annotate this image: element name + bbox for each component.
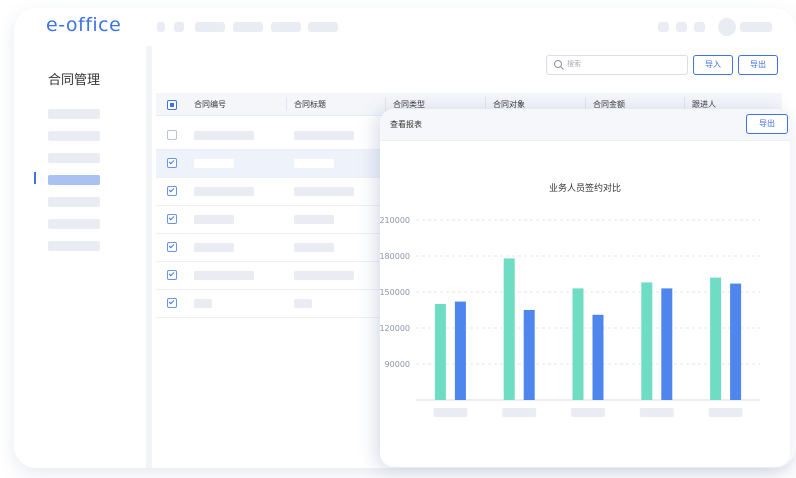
cell-placeholder <box>194 215 234 224</box>
search-input[interactable]: 搜索 <box>546 55 688 75</box>
sidebar-item[interactable] <box>48 219 100 229</box>
bar <box>592 314 604 400</box>
cell-placeholder <box>294 271 354 280</box>
bar <box>434 304 446 400</box>
toolbar-icon-placeholder[interactable] <box>676 22 687 32</box>
y-tick-label: 90000 <box>385 360 410 369</box>
y-tick-label: 180000 <box>380 252 410 261</box>
bar <box>572 288 584 400</box>
username-placeholder[interactable] <box>740 22 772 32</box>
report-panel-header: 查看报表 导出 <box>380 109 790 141</box>
x-tick-placeholder <box>639 408 674 417</box>
bar <box>730 283 742 400</box>
bar <box>641 282 653 400</box>
avatar[interactable] <box>718 18 736 36</box>
row-checkbox[interactable] <box>167 214 177 224</box>
sidebar-item[interactable] <box>48 131 100 141</box>
cell-placeholder <box>194 271 254 280</box>
nav-placeholder[interactable] <box>308 22 338 32</box>
nav-placeholder[interactable] <box>195 22 225 32</box>
nav-placeholder[interactable] <box>271 22 301 32</box>
export-button[interactable]: 导出 <box>738 55 778 75</box>
select-all-checkbox[interactable] <box>167 100 177 110</box>
cell-placeholder <box>194 243 234 252</box>
x-tick-placeholder <box>571 408 605 417</box>
bar <box>661 288 673 400</box>
cell-placeholder <box>194 187 254 196</box>
top-bar: e-office <box>14 8 796 46</box>
sidebar: 合同管理 <box>14 46 146 468</box>
search-icon <box>554 60 564 70</box>
cell-placeholder <box>294 187 354 196</box>
cell-placeholder <box>294 299 312 308</box>
toolbar-icon-placeholder[interactable] <box>694 22 705 32</box>
nav-placeholder[interactable] <box>174 22 184 32</box>
x-tick-placeholder <box>502 408 537 417</box>
cell-placeholder <box>294 131 354 140</box>
column-header[interactable]: 合同标题 <box>294 99 326 110</box>
toolbar-icon-placeholder[interactable] <box>658 22 669 32</box>
search-placeholder: 搜索 <box>567 60 581 68</box>
row-checkbox[interactable] <box>167 130 177 140</box>
row-checkbox[interactable] <box>167 186 177 196</box>
active-indicator <box>34 172 36 184</box>
report-panel-title: 查看报表 <box>390 120 422 129</box>
column-divider <box>286 97 287 111</box>
row-checkbox[interactable] <box>167 242 177 252</box>
bar <box>503 258 515 400</box>
cell-placeholder <box>294 243 334 252</box>
bar <box>454 301 466 400</box>
bar-chart: 90000 120000 150000 180000 210000 <box>380 216 760 417</box>
sidebar-item[interactable] <box>48 197 100 207</box>
sidebar-item[interactable] <box>48 109 100 119</box>
chart-title: 业务人员签约对比 <box>548 184 621 194</box>
row-checkbox[interactable] <box>167 270 177 280</box>
cell-placeholder <box>194 159 234 168</box>
y-tick-label: 150000 <box>380 288 410 297</box>
app-logo: e-office <box>46 14 122 36</box>
report-export-button[interactable]: 导出 <box>746 114 788 134</box>
x-tick-placeholder <box>708 408 743 417</box>
row-checkbox[interactable] <box>167 298 177 308</box>
nav-placeholder[interactable] <box>157 22 165 32</box>
bar <box>523 310 535 400</box>
cell-placeholder <box>194 299 212 308</box>
sidebar-title: 合同管理 <box>48 73 101 88</box>
y-tick-label: 210000 <box>380 216 410 225</box>
sidebar-item-active[interactable] <box>48 175 100 185</box>
sidebar-item[interactable] <box>48 241 100 251</box>
report-panel: 查看报表 导出 业务人员签约对比 90000 120000 150000 180000… <box>380 109 790 467</box>
bar <box>710 277 722 400</box>
nav-placeholder[interactable] <box>233 22 263 32</box>
sidebar-item[interactable] <box>48 153 100 163</box>
cell-placeholder <box>194 131 254 140</box>
row-checkbox[interactable] <box>167 158 177 168</box>
cell-placeholder <box>294 215 334 224</box>
import-button[interactable]: 导入 <box>693 55 733 75</box>
y-tick-label: 120000 <box>380 324 410 333</box>
x-tick-placeholder <box>433 408 468 417</box>
cell-placeholder <box>294 159 334 168</box>
column-header[interactable]: 合同编号 <box>194 99 226 110</box>
